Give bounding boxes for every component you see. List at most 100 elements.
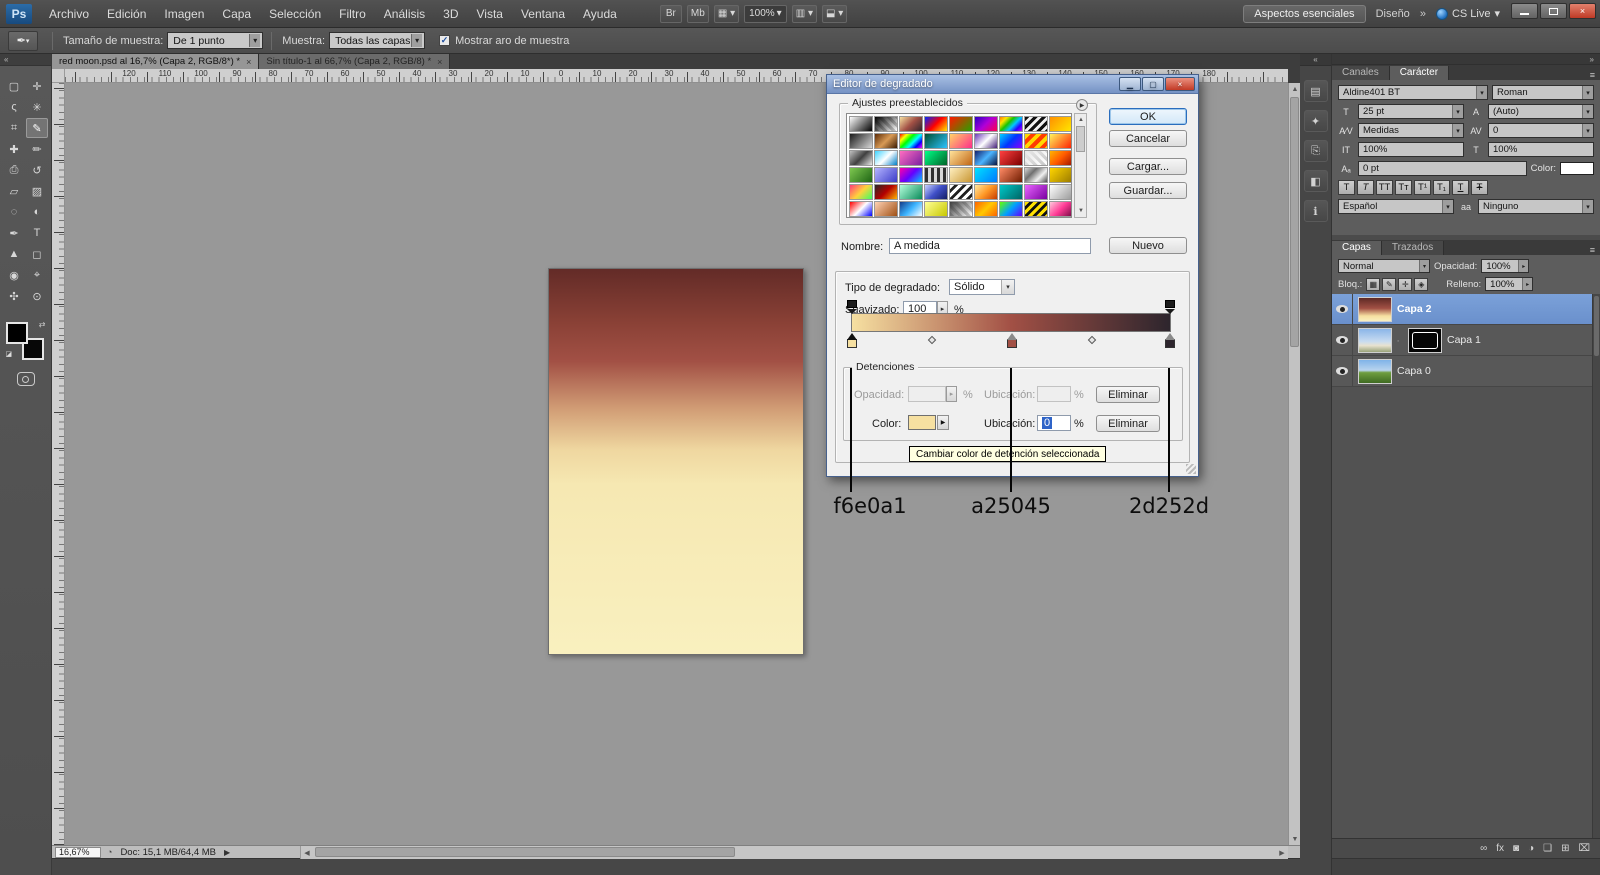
- layer-thumbnail[interactable]: [1358, 296, 1392, 322]
- layers-scrollbar[interactable]: [1592, 294, 1600, 838]
- bridge-button[interactable]: Br: [659, 4, 682, 23]
- lasso-tool[interactable]: ς: [3, 97, 25, 117]
- 3d-camera-tool[interactable]: ⌖: [26, 265, 48, 285]
- scrollbar-thumb[interactable]: [315, 847, 735, 857]
- layer-mask-icon[interactable]: ◙: [1513, 843, 1519, 854]
- scroll-up-icon[interactable]: ▲: [1075, 114, 1087, 126]
- font-family-dropdown[interactable]: Aldine401 BT ▾: [1338, 85, 1488, 100]
- document-tab-untitled[interactable]: Sin título-1 al 66,7% (Capa 2, RGB/8) * …: [259, 54, 451, 69]
- mini-bridge-button[interactable]: Mb: [686, 4, 709, 23]
- horizontal-scrollbar[interactable]: ◀ ▶: [300, 846, 1288, 859]
- menu-archivo[interactable]: Archivo: [40, 0, 98, 27]
- layer-row[interactable]: ∙ Capa 1: [1332, 325, 1592, 356]
- save-button[interactable]: Guardar...: [1109, 182, 1187, 199]
- gradient-preset-37[interactable]: [849, 184, 873, 200]
- layer-thumbnail[interactable]: [1358, 358, 1392, 384]
- gradient-preset-33[interactable]: [974, 167, 998, 183]
- stop-color-swatch[interactable]: [908, 415, 936, 430]
- gradient-preset-9[interactable]: [1049, 116, 1071, 132]
- collapsed-panel-icon-4[interactable]: ◧: [1303, 170, 1328, 192]
- default-colors-icon[interactable]: ◪: [6, 350, 18, 360]
- sample-layers-dropdown[interactable]: Todas las capas ▾: [329, 32, 426, 49]
- eraser-tool[interactable]: ▱: [3, 181, 25, 201]
- collapsed-panel-icon-3[interactable]: ⎘: [1303, 140, 1328, 162]
- layer-row[interactable]: Capa 2: [1332, 294, 1592, 325]
- gradient-preset-36[interactable]: [1049, 167, 1071, 183]
- gradient-preset-10[interactable]: [849, 133, 873, 149]
- gradient-type-dropdown[interactable]: Sólido ▾: [949, 279, 1015, 295]
- gradient-preset-51[interactable]: [974, 201, 998, 217]
- gradient-preset-13[interactable]: [924, 133, 948, 149]
- visibility-toggle[interactable]: [1332, 325, 1353, 355]
- gradient-preset-45[interactable]: [1049, 184, 1071, 200]
- menu-anlisis[interactable]: Análisis: [375, 0, 434, 27]
- gradient-preset-41[interactable]: [949, 184, 973, 200]
- gradient-preset-34[interactable]: [999, 167, 1023, 183]
- close-tab-icon[interactable]: ×: [246, 57, 251, 67]
- delete-color-stop-button[interactable]: Eliminar: [1096, 415, 1160, 432]
- anti-alias-dropdown[interactable]: Ninguno ▾: [1478, 199, 1594, 214]
- dialog-title-bar[interactable]: Editor de degradado ▁ ▢ ×: [827, 75, 1198, 94]
- blend-mode-dropdown[interactable]: Normal ▾: [1338, 259, 1430, 273]
- shape-tool[interactable]: ◻: [26, 244, 48, 264]
- dodge-tool[interactable]: ◐: [26, 202, 48, 222]
- gradient-preset-26[interactable]: [1024, 150, 1048, 166]
- layer-opacity-input[interactable]: 100% ▸: [1481, 259, 1530, 273]
- gradient-preset-11[interactable]: [874, 133, 898, 149]
- stop-color-menu-button[interactable]: ▶: [937, 415, 949, 430]
- color-stop-right[interactable]: [1165, 333, 1175, 348]
- adjustment-layer-icon[interactable]: ◑: [1528, 843, 1534, 854]
- gradient-preset-23[interactable]: [949, 150, 973, 166]
- scroll-left-icon[interactable]: ◀: [301, 846, 313, 859]
- underline-icon[interactable]: T: [1452, 180, 1469, 195]
- eyedropper-tool[interactable]: ✎: [26, 118, 48, 138]
- zoom-percentage-field[interactable]: 16,67%: [55, 846, 101, 858]
- sample-size-dropdown[interactable]: De 1 punto ▾: [167, 32, 264, 49]
- gradient-preset-35[interactable]: [1024, 167, 1048, 183]
- gradient-preset-21[interactable]: [899, 150, 923, 166]
- show-sampling-ring-checkbox[interactable]: ✓: [439, 35, 451, 46]
- type-tool[interactable]: T: [26, 223, 48, 243]
- layer-mask-thumbnail[interactable]: [1408, 327, 1442, 353]
- gradient-preset-16[interactable]: [999, 133, 1023, 149]
- gradient-preset-49[interactable]: [924, 201, 948, 217]
- panel-menu-icon[interactable]: ≡: [1590, 70, 1600, 80]
- path-selection-tool[interactable]: ▲: [3, 244, 25, 264]
- menu-filtro[interactable]: Filtro: [330, 0, 375, 27]
- dialog-maximize-button[interactable]: ▢: [1142, 77, 1164, 91]
- scrollbar-thumb[interactable]: [1290, 97, 1299, 347]
- minimize-window-button[interactable]: [1511, 3, 1538, 19]
- clone-stamp-tool[interactable]: ⎙: [3, 160, 25, 180]
- gradient-preset-53[interactable]: [1024, 201, 1048, 217]
- scroll-down-icon[interactable]: ▼: [1075, 205, 1087, 217]
- gradient-preset-19[interactable]: [849, 150, 873, 166]
- rectangular-marquee-tool[interactable]: ▢: [3, 76, 25, 96]
- gradient-preset-43[interactable]: [999, 184, 1023, 200]
- gradient-preset-8[interactable]: [1024, 116, 1048, 132]
- small-caps-icon[interactable]: Tᴛ: [1395, 180, 1412, 195]
- collapsed-panel-icon-1[interactable]: ▤: [1303, 80, 1328, 102]
- photoshop-logo-icon[interactable]: Ps: [6, 3, 32, 24]
- lock-position-icon[interactable]: ✛: [1398, 277, 1413, 291]
- workspace-more-button[interactable]: »: [1420, 8, 1426, 20]
- scrollbar-thumb[interactable]: [1076, 126, 1085, 152]
- faux-bold-icon[interactable]: T: [1338, 180, 1355, 195]
- font-style-dropdown[interactable]: Roman ▾: [1492, 85, 1594, 100]
- vertical-scrollbar[interactable]: ▲ ▼: [1288, 83, 1300, 845]
- kerning-dropdown[interactable]: Medidas ▾: [1358, 123, 1464, 138]
- opacity-stop-right[interactable]: [1165, 300, 1175, 314]
- expand-panels-bar[interactable]: «: [1300, 54, 1331, 66]
- menu-vista[interactable]: Vista: [468, 0, 512, 27]
- strikethrough-icon[interactable]: Ŧ: [1471, 180, 1488, 195]
- font-size-dropdown[interactable]: 25 pt ▾: [1358, 104, 1464, 119]
- menu-capa[interactable]: Capa: [213, 0, 260, 27]
- superscript-icon[interactable]: T¹: [1414, 180, 1431, 195]
- gradient-preset-30[interactable]: [899, 167, 923, 183]
- delete-opacity-stop-button[interactable]: Eliminar: [1096, 386, 1160, 403]
- menu-3d[interactable]: 3D: [434, 0, 467, 27]
- menu-ventana[interactable]: Ventana: [512, 0, 574, 27]
- resize-grip[interactable]: [1186, 464, 1196, 474]
- horizontal-scale-input[interactable]: 100%: [1488, 142, 1594, 157]
- gradient-preset-31[interactable]: [924, 167, 948, 183]
- new-button[interactable]: Nuevo: [1109, 237, 1187, 254]
